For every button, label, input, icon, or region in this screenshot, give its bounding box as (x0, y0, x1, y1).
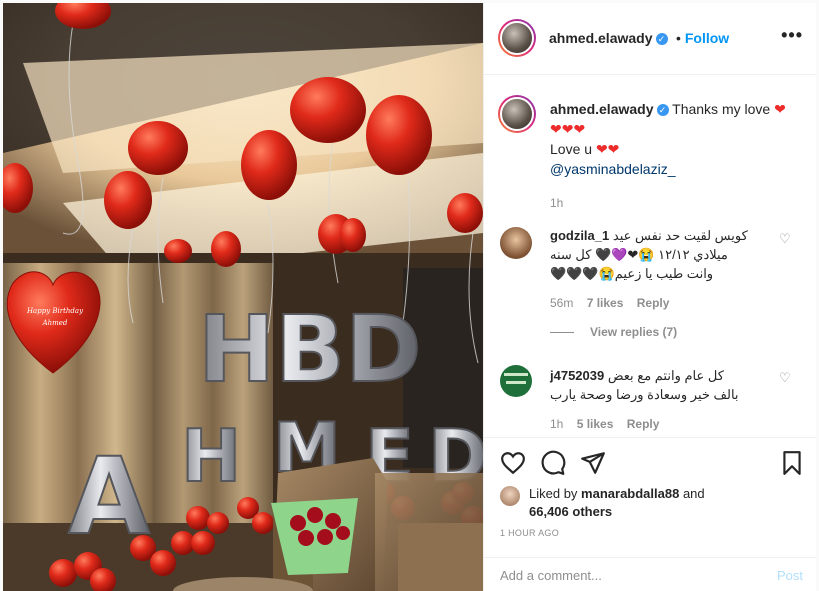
svg-text:HBD: HBD (198, 296, 422, 403)
comment-like-heart-icon[interactable]: ♡ (779, 232, 791, 245)
verified-badge-icon: ✓ (656, 104, 669, 117)
caption-time[interactable]: 1h (550, 194, 800, 212)
birthday-room-image: Happy Birthday Ahmed HBD A H M E D (3, 3, 483, 591)
comment-text-2-line2: بالف خير وسعادة ورضا وصحة يارب (550, 387, 739, 402)
post-header: ahmed.elawady ✓ • Follow ••• (484, 3, 817, 75)
post-photo[interactable]: Happy Birthday Ahmed HBD A H M E D (3, 3, 483, 591)
separator-dot: • (675, 30, 681, 46)
comment-likes[interactable]: 7 likes (587, 296, 624, 310)
liker-username[interactable]: manarabdalla88 (581, 486, 679, 501)
reply-button[interactable]: Reply (637, 296, 670, 310)
comment-username[interactable]: godzila_1 (550, 228, 609, 243)
add-comment-bar: Add a comment... Post (484, 557, 817, 591)
comment-username-2[interactable]: j4752039 (550, 368, 604, 383)
caption-username[interactable]: ahmed.elawady (550, 101, 654, 117)
post-comment-button[interactable]: Post (777, 568, 803, 583)
post-actions: Liked by manarabdalla88 and 66,406 other… (484, 437, 817, 591)
commenter-avatar[interactable] (500, 227, 532, 259)
commenter-avatar-2[interactable] (500, 365, 532, 397)
comment-text: كويس لقيت حد نفس عيد (612, 228, 748, 243)
liker-avatar[interactable] (500, 486, 520, 506)
mention-link[interactable]: @yasminabdelaziz_ (550, 160, 800, 178)
add-comment-input[interactable]: Add a comment... (500, 568, 602, 583)
comment-likes-2[interactable]: 5 likes (577, 417, 614, 431)
caption-text: Thanks my love (672, 101, 771, 117)
reply-button-2[interactable]: Reply (627, 417, 660, 431)
svg-text:Ahmed: Ahmed (42, 319, 68, 327)
likes-count[interactable]: 66,406 others (529, 504, 612, 519)
more-options-icon[interactable]: ••• (781, 25, 803, 46)
view-replies[interactable]: View replies (7) (550, 325, 677, 339)
heart-emojis: ❤❤❤ (550, 121, 586, 137)
comment-like-heart-icon-2[interactable]: ♡ (779, 371, 791, 384)
post-side-panel: ahmed.elawady ✓ • Follow ••• ahmed.elawady… (483, 3, 817, 591)
header-user: ahmed.elawady ✓ • Follow (549, 30, 729, 48)
comment-text-line2: ميلادي ١٢/١٢ 😭❤💜🖤 كل سنه (550, 247, 728, 262)
likes-prefix: Liked by (529, 486, 578, 501)
instagram-post-window: Happy Birthday Ahmed HBD A H M E D ahmed… (0, 0, 819, 591)
post-timestamp[interactable]: 1 HOUR AGO (500, 528, 559, 538)
author-avatar[interactable] (498, 19, 536, 57)
view-replies-label[interactable]: View replies (7) (590, 325, 677, 339)
comment-text-line3: وانت طيب يا زعيم😭🖤🖤🖤 (550, 266, 714, 281)
caption-avatar[interactable] (498, 95, 536, 133)
likes-and: and (682, 486, 705, 501)
likes-summary: Liked by manarabdalla88 and 66,406 other… (529, 485, 705, 521)
svg-text:H: H (181, 414, 241, 498)
caption: ahmed.elawady ✓ Thanks my love ❤ ❤❤❤ Love… (550, 100, 800, 212)
comment-text-2: كل عام وانتم مع بعض (607, 368, 724, 383)
author-username[interactable]: ahmed.elawady (549, 30, 653, 46)
replies-line (550, 332, 574, 334)
follow-button[interactable]: Follow (685, 30, 729, 46)
share-send-icon[interactable] (580, 450, 606, 476)
svg-text:Happy Birthday: Happy Birthday (26, 307, 84, 315)
comments-list[interactable]: ahmed.elawady ✓ Thanks my love ❤ ❤❤❤ Love… (484, 75, 817, 437)
comment-time[interactable]: 56m (550, 296, 573, 310)
comment-item-2: j4752039 كل عام وانتم مع بعض بالف خير وس… (550, 366, 762, 434)
heart-emoji: ❤ (774, 101, 786, 117)
comment-time-2[interactable]: 1h (550, 417, 563, 431)
comment-item: godzila_1 كويس لقيت حد نفس عيد ميلادي ١٢… (550, 226, 762, 313)
verified-badge-icon: ✓ (655, 32, 668, 45)
like-heart-icon[interactable] (500, 450, 526, 476)
comment-icon[interactable] (540, 450, 566, 476)
caption-love-text: Love u (550, 141, 593, 157)
heart-emojis-2: ❤❤ (595, 141, 620, 157)
save-bookmark-icon[interactable] (779, 450, 805, 476)
